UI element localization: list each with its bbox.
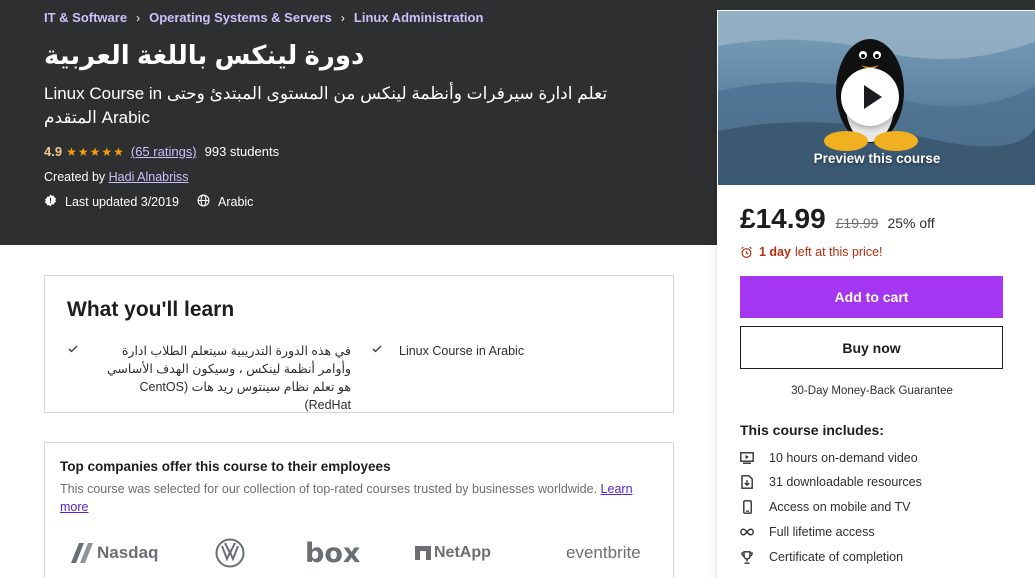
rating-value: 4.9 [44,144,63,159]
course-language: Arabic [197,194,253,210]
play-icon [864,85,882,109]
breadcrumb-separator-icon: › [136,10,141,25]
ratings-count-link[interactable]: (65 ratings) [131,144,197,159]
course-subtitle: Linux Course in تعلم ادارة سيرفرات وأنظم… [44,84,608,127]
nasdaq-mark-icon [71,543,93,563]
timer-bold: 1 day [759,245,791,259]
top-companies-text: This course was selected for our collect… [60,482,598,496]
learn-item: في هذه الدورة التدريبية سيتعلم الطلاب اد… [67,342,357,414]
rating-row: 4.9 ★★★★★ (65 ratings) 993 students [44,144,279,159]
netapp-mark-icon [415,546,431,560]
netapp-logo: NetApp [415,538,491,568]
eventbrite-logo: eventbrite [566,543,641,562]
box-logo: box [305,537,361,569]
price-row: £14.99 £19.99 25% off [740,203,935,235]
preview-label: Preview this course [813,151,941,166]
company-logos: Nasdaq box NetApp eventbrite [69,537,659,569]
nasdaq-logo: Nasdaq [69,538,158,568]
video-icon [740,452,754,464]
includes-item: 10 hours on-demand video [740,451,918,465]
netapp-logo-text: NetApp [434,544,491,561]
current-price: £14.99 [740,203,826,234]
alarm-clock-icon [741,246,752,258]
learn-item-text: في هذه الدورة التدريبية سيتعلم الطلاب اد… [107,344,351,412]
learn-item: Linux Course in Arabic [371,342,651,360]
created-by-label: Created by [44,170,106,184]
infinity-icon [740,528,754,536]
includes-item: Full lifetime access [740,525,875,539]
check-icon [371,342,383,360]
includes-label: Certificate of completion [769,550,904,564]
top-companies-heading: Top companies offer this course to their… [60,459,391,474]
breadcrumb: IT & Software › Operating Systems & Serv… [44,10,483,25]
course-title: دورة لينكس باللغة العربية [44,40,365,70]
breadcrumb-it-software[interactable]: IT & Software [44,10,127,25]
language-text: Arabic [218,195,254,209]
file-download-icon [740,475,754,489]
learn-item-text: Linux Course in Arabic [399,344,525,358]
discount-percent: 25% off [887,215,935,231]
check-icon [67,342,79,360]
nasdaq-logo-text: Nasdaq [97,543,159,562]
top-companies-description: This course was selected for our collect… [60,480,650,516]
includes-item: Certificate of completion [740,550,903,564]
last-updated: Last updated 3/2019 [44,194,179,210]
discount-timer: 1 day left at this price! [740,245,883,259]
mobile-icon [740,500,754,514]
money-back-guarantee: 30-Day Money-Back Guarantee [791,385,953,397]
instructor-link[interactable]: Hadi Alnabriss [109,170,189,184]
timer-text: left at this price! [794,245,883,259]
created-by: Created by Hadi Alnabriss [44,170,189,184]
course-meta: Last updated 3/2019 Arabic [44,194,271,210]
includes-label: 10 hours on-demand video [769,451,918,465]
purchase-sidebar: Preview this course £14.99 £19.99 25% of… [717,10,1035,578]
includes-label: Full lifetime access [769,525,875,539]
what-you-learn-box: What you'll learn في هذه الدورة التدريبي… [44,275,674,413]
includes-heading: This course includes: [740,422,884,438]
includes-item: 31 downloadable resources [740,475,922,489]
includes-label: 31 downloadable resources [769,475,922,489]
star-rating-icon: ★★★★★ [66,144,125,159]
original-price: £19.99 [835,215,879,231]
last-updated-text: Last updated 3/2019 [65,195,179,209]
add-to-cart-button[interactable]: Add to cart [740,276,1003,318]
play-button[interactable] [841,68,899,126]
what-you-learn-heading: What you'll learn [67,298,235,321]
globe-icon [197,194,210,210]
breadcrumb-separator-icon: › [340,10,345,25]
breadcrumb-operating-systems[interactable]: Operating Systems & Servers [149,10,332,25]
volkswagen-logo [215,538,245,568]
breadcrumb-linux-administration[interactable]: Linux Administration [354,10,484,25]
course-preview[interactable]: Preview this course [718,11,1035,185]
top-companies-box: Top companies offer this course to their… [44,442,674,578]
alert-badge-icon [44,194,57,210]
trophy-icon [740,550,754,564]
includes-label: Access on mobile and TV [769,500,911,514]
students-count: 993 students [204,144,280,159]
buy-now-button[interactable]: Buy now [740,326,1003,369]
includes-item: Access on mobile and TV [740,500,911,514]
